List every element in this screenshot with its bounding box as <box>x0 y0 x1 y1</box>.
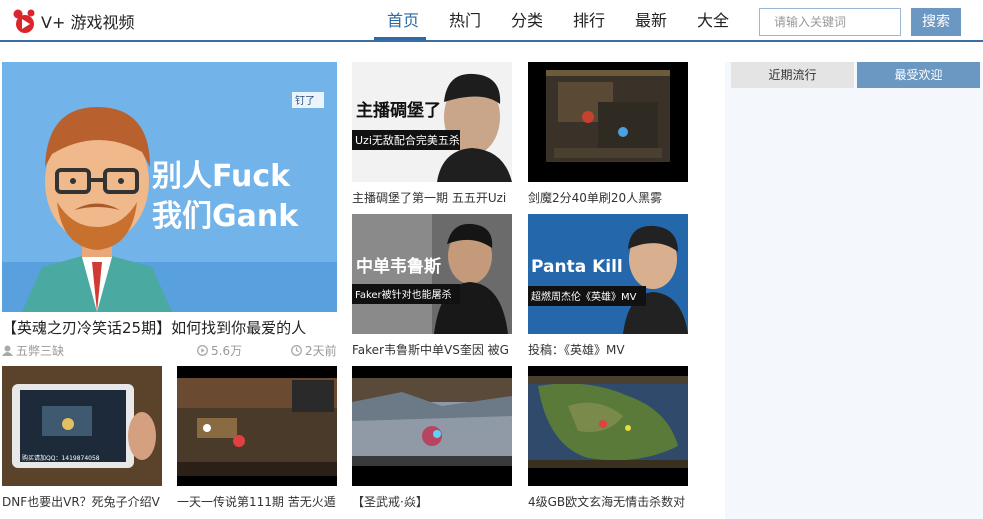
thumb-small-text: 购买请加QQ：1419874058 <box>22 454 100 462</box>
featured-video-thumbnail[interactable]: 钉了 别人Fuck 我们Gank <box>2 62 337 312</box>
featured-author: 五弊三缺 <box>2 342 64 359</box>
user-icon <box>2 345 13 356</box>
video-caption[interactable]: 投稿：《英雄》MV <box>528 341 688 358</box>
logo-text: V+ 游戏视频 <box>41 13 135 32</box>
video-thumbnail[interactable]: 购买请加QQ：1419874058 <box>2 366 162 486</box>
thumb-overlay-subtitle: Uzi无敌配合完美五杀 <box>355 133 460 147</box>
thumb-overlay-title: 中单韦鲁斯 <box>356 256 441 277</box>
tab-most-popular[interactable]: 最受欢迎 <box>857 62 980 88</box>
featured-overlay-line2: 我们Gank <box>152 199 299 234</box>
main-nav: 首页 热门 分类 排行 最新 大全 <box>372 0 744 40</box>
featured-title[interactable]: 【英魂之刃冷笑话25期】如何找到你最爱的人 <box>2 317 337 338</box>
thumb-overlay-title: 主播碉堡了 <box>356 100 441 121</box>
search-input[interactable]: 请输入关键词 <box>759 8 901 36</box>
video-thumbnail[interactable]: Panta Kill 超燃周杰伦《英雄》MV <box>528 214 688 334</box>
thumb-overlay-title: Panta Kill <box>531 257 623 277</box>
video-caption[interactable]: 一天一传说第111期 苦无火遁 <box>177 493 337 510</box>
clock-icon <box>291 345 302 356</box>
video-thumbnail[interactable] <box>352 366 512 486</box>
author-name: 五弊三缺 <box>16 344 65 358</box>
featured-overlay-line1: 别人Fuck <box>152 159 291 194</box>
nav-latest[interactable]: 最新 <box>620 0 682 40</box>
video-caption[interactable]: 4级GB欧文玄海无情击杀数对 <box>528 493 688 510</box>
featured-time: 2天前 <box>291 342 337 359</box>
play-count-icon <box>197 345 208 356</box>
video-thumbnail[interactable]: 主播碉堡了 Uzi无敌配合完美五杀 <box>352 62 512 182</box>
video-thumbnail[interactable] <box>528 62 688 182</box>
video-caption[interactable]: 主播碉堡了第一期 五五开Uzi <box>352 189 512 206</box>
thumb-overlay-subtitle: Faker被针对也能屠杀 <box>355 288 452 301</box>
video-caption[interactable]: 剑魔2分40单刷20人黑雾 <box>528 189 688 206</box>
video-thumbnail[interactable] <box>528 366 688 486</box>
video-caption[interactable]: 【圣武戒·焱】 <box>352 493 512 510</box>
video-thumbnail[interactable]: 中单韦鲁斯 Faker被针对也能屠杀 <box>352 214 512 334</box>
publish-time: 2天前 <box>305 344 337 358</box>
video-caption[interactable]: DNF也要出VR？死兔子介绍V <box>2 493 162 510</box>
top-header: V+ 游戏视频 首页 热门 分类 排行 最新 大全 请输入关键词 搜索 <box>0 0 983 42</box>
featured-logo-text: 钉了 <box>295 95 315 107</box>
video-caption[interactable]: Faker韦鲁斯中单VS奎因 被G <box>352 341 512 358</box>
video-thumbnail[interactable] <box>177 366 337 486</box>
search-button[interactable]: 搜索 <box>911 8 961 36</box>
logo-icon <box>13 9 35 33</box>
featured-views: 5.6万 <box>197 342 242 359</box>
nav-all[interactable]: 大全 <box>682 0 744 40</box>
view-count: 5.6万 <box>211 344 243 358</box>
ranking-panel: 近期流行 最受欢迎 <box>725 62 983 519</box>
nav-category[interactable]: 分类 <box>496 0 558 40</box>
tab-recent-trending[interactable]: 近期流行 <box>731 62 854 88</box>
nav-home[interactable]: 首页 <box>372 0 434 40</box>
featured-illustration: 钉了 别人Fuck 我们Gank <box>2 62 337 312</box>
thumb-overlay-subtitle: 超燃周杰伦《英雄》MV <box>531 290 637 303</box>
nav-hot[interactable]: 热门 <box>434 0 496 40</box>
nav-ranking[interactable]: 排行 <box>558 0 620 40</box>
site-logo[interactable]: V+ 游戏视频 <box>12 7 134 35</box>
